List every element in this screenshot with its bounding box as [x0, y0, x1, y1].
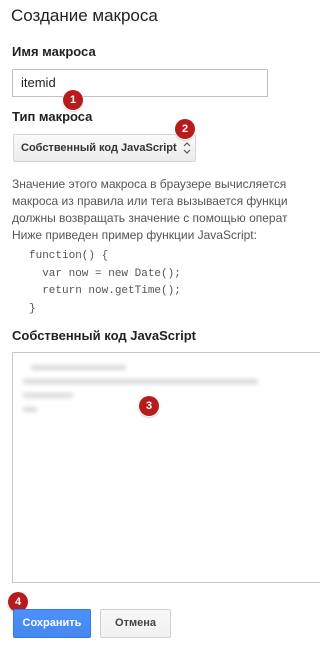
description-line: должны возвращать значение с помощью опе… — [12, 211, 288, 225]
blurred-code-line — [23, 407, 37, 412]
save-button[interactable]: Сохранить — [13, 609, 91, 638]
code-line: function() { — [29, 250, 109, 262]
blurred-code-line — [23, 393, 73, 398]
code-example: function() { var now = new Date(); retur… — [29, 248, 181, 318]
description-line: макроса из правила или тега вызывается ф… — [12, 194, 288, 208]
macro-type-selected-value: Собственный код JavaScript — [21, 142, 177, 154]
code-line: } — [29, 302, 36, 315]
code-line: return now.getTime(); — [29, 285, 181, 297]
macro-type-select[interactable]: Собственный код JavaScript — [13, 134, 196, 162]
blurred-code-line — [31, 365, 126, 370]
macro-type-label: Тип макроса — [12, 109, 93, 124]
blurred-code-line — [23, 379, 258, 384]
custom-js-label: Собственный код JavaScript — [12, 328, 196, 343]
code-line: var now = new Date(); — [29, 267, 181, 280]
cancel-button[interactable]: Отмена — [100, 609, 171, 638]
dialog-title: Создание макроса — [11, 6, 158, 25]
step-badge-1: 1 — [63, 90, 83, 110]
macro-name-label: Имя макроса — [12, 44, 96, 59]
description-line: Значение этого макроса в браузере вычисл… — [12, 177, 287, 191]
macro-name-input[interactable]: itemid — [12, 69, 268, 97]
step-badge-3: 3 — [139, 396, 159, 416]
description-line: Ниже приведен пример функции JavaScript: — [12, 228, 257, 242]
step-badge-2: 2 — [175, 119, 195, 139]
macro-description: Значение этого макроса в браузере вычисл… — [12, 176, 320, 244]
up-down-arrows-icon — [183, 142, 191, 154]
custom-js-editor[interactable] — [12, 352, 320, 583]
